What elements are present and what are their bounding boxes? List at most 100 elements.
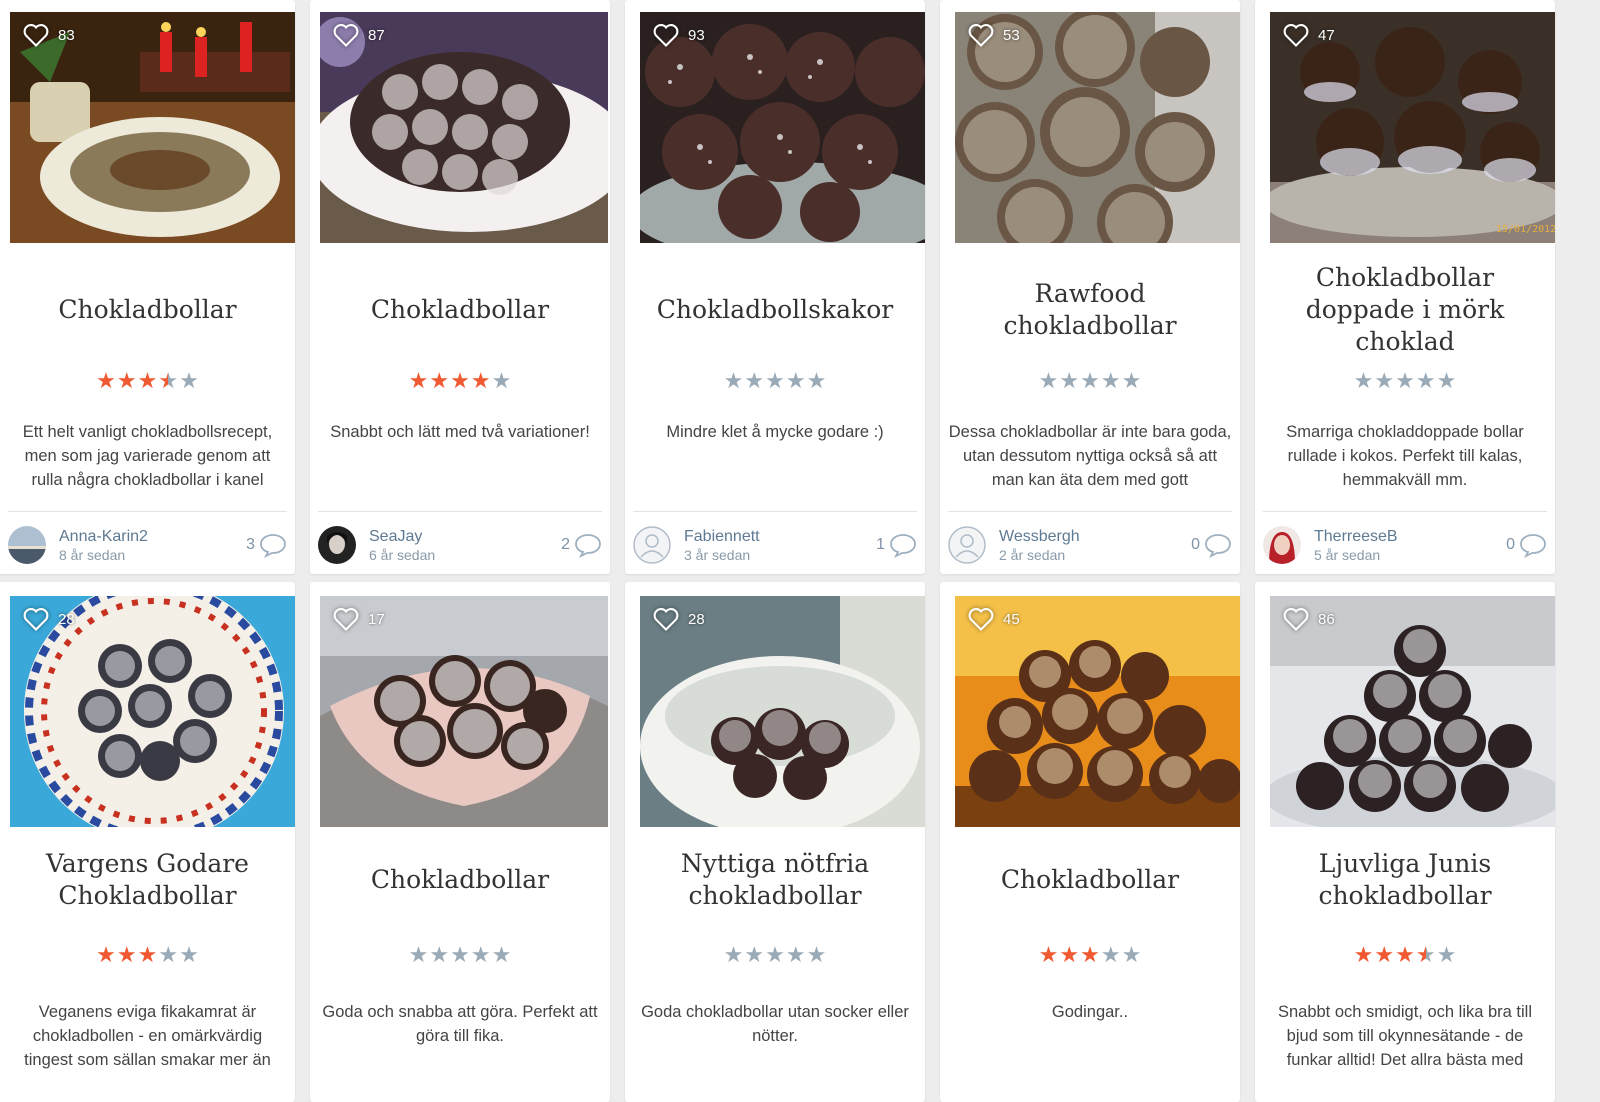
recipe-title[interactable]: Chokladbollar [940,835,1240,925]
rating-stars: ★ ★ ★ ★ ★ [0,370,295,392]
recipe-title[interactable]: Ljuvliga Junis chokladbollar [1255,835,1555,925]
heart-outline-icon [968,24,994,47]
recipe-photo[interactable]: 17 [320,596,608,827]
recipe-photo[interactable]: 45 [955,596,1240,827]
author-name[interactable]: Anna-Karin2 [59,527,246,546]
recipe-photo[interactable]: 53 [955,12,1240,243]
star-icon: ★ [765,368,785,393]
rating-stars: ★ ★ ★ ★ ★ [310,370,610,392]
heart-outline-icon [653,24,679,47]
star-icon: ★ [1353,942,1374,967]
rating-stars: ★ ★ ★ ★ ★ [625,370,925,392]
avatar[interactable] [1263,526,1301,564]
like-button[interactable]: 87 [332,22,385,48]
rating-stars: ★ ★ ★ ★ ★ [940,370,1240,392]
like-button[interactable]: 93 [652,22,705,48]
recipe-card[interactable]: 28 Nyttiga nötfria chokladbollar ★ ★ ★ ★ ★ G… [625,582,925,1102]
star-icon: ★ [96,942,116,967]
recipe-description: Veganens eviga fikakamrat är chokladboll… [24,1003,271,1069]
star-icon: ★ [470,942,491,967]
like-button[interactable]: 53 [967,22,1020,48]
like-button[interactable]: 28 [22,606,75,632]
like-button[interactable]: 86 [1282,606,1335,632]
recipe-photo[interactable]: 83 [10,12,295,243]
rating-stars: ★ ★ ★ ★ ★ [0,944,295,966]
star-icon: ★ [1121,368,1142,393]
heart-outline-icon [23,608,49,631]
like-button[interactable]: 17 [332,606,385,632]
like-button[interactable]: 47 [1282,22,1335,48]
recipe-description: Mindre klet å mycke godare :) [666,423,884,441]
rating-stars: ★ ★ ★ ★ ★ [310,944,610,966]
star-icon: ★ [408,368,429,393]
comments-button[interactable]: 0 [1191,532,1232,558]
recipe-card[interactable]: 15/01/2012 47 Chokladbollar doppade i mö… [1255,0,1555,574]
star-icon: ★ [179,942,199,967]
comments-button[interactable]: 0 [1506,532,1547,558]
star-icon: ★ [429,368,450,393]
recipe-card[interactable]: 83 Chokladbollar ★ ★ ★ ★ ★ Ett helt vanligt … [0,0,295,574]
divider [633,511,917,512]
rating-stars: ★ ★ ★ ★ ★ [625,944,925,966]
post-time: 6 år sedan [369,546,436,563]
recipe-title[interactable]: Chokladbollar [310,835,610,925]
user-silhouette-icon [948,526,986,564]
recipe-photo[interactable]: 28 [640,596,925,827]
recipe-photo[interactable]: 28 [10,596,295,827]
avatar[interactable] [8,526,46,564]
author-name[interactable]: Fabiennett [684,527,876,546]
post-time: 5 år sedan [1314,546,1381,563]
star-icon: ★ [785,942,806,967]
comments-button[interactable]: 2 [561,532,602,558]
recipe-title[interactable]: Rawfood chokladbollar [940,265,1240,355]
like-count: 87 [368,26,385,44]
post-time: 3 år sedan [684,546,751,563]
star-icon: ★ [1415,368,1436,393]
recipe-title[interactable]: Chokladbollar [310,265,610,355]
heart-outline-icon [653,608,679,631]
recipe-title[interactable]: Vargens Godare Chokladbollar [0,835,295,925]
recipe-grid: 83 Chokladbollar ★ ★ ★ ★ ★ Ett helt vanligt … [0,0,1600,1102]
recipe-card[interactable]: 53 Rawfood chokladbollar ★ ★ ★ ★ ★ Dessa cho… [940,0,1240,574]
like-count: 47 [1318,26,1335,44]
recipe-photo[interactable]: 15/01/2012 47 [1270,12,1555,243]
recipe-card[interactable]: 93 Chokladbollskakor ★ ★ ★ ★ ★ Mindre klet å… [625,0,925,574]
star-icon: ★ [1038,368,1059,393]
recipe-card[interactable]: 86 Ljuvliga Junis chokladbollar ★ ★ ★ ★ ★ Sn… [1255,582,1555,1102]
like-button[interactable]: 45 [967,606,1020,632]
like-button[interactable]: 28 [652,606,705,632]
author-name[interactable]: Wessbergh [999,527,1191,546]
star-icon: ★ [116,942,137,967]
star-icon: ★ [158,368,179,393]
recipe-title[interactable]: Chokladbollar [0,265,295,355]
author-name[interactable]: TherreeseB [1314,527,1506,546]
recipe-description: Dessa chokladbollar är inte bara goda, u… [948,423,1232,489]
like-button[interactable]: 83 [22,22,75,48]
user-silhouette-icon [633,526,671,564]
recipe-card[interactable]: 87 Chokladbollar ★ ★ ★ ★ ★ Snabbt och lätt m… [310,0,610,574]
comments-button[interactable]: 1 [876,532,917,558]
divider [1263,511,1547,512]
recipe-card[interactable]: 45 Chokladbollar ★ ★ ★ ★ ★ Godingar.. [940,582,1240,1102]
author-name[interactable]: SeaJay [369,527,561,546]
star-icon: ★ [1395,942,1415,967]
rating-stars: ★ ★ ★ ★ ★ [940,944,1240,966]
star-icon: ★ [158,942,179,967]
recipe-photo[interactable]: 86 [1270,596,1555,827]
recipe-title[interactable]: Nyttiga nötfria chokladbollar [625,835,925,925]
recipe-description: Snabbt och lätt med två variationer! [330,423,590,441]
recipe-photo[interactable]: 87 [320,12,608,243]
star-icon: ★ [429,942,450,967]
heart-outline-icon [23,24,49,47]
avatar[interactable] [633,526,671,564]
recipe-card[interactable]: 28 Vargens Godare Chokladbollar ★ ★ ★ ★ ★ Ve… [0,582,295,1102]
comments-button[interactable]: 3 [246,532,287,558]
recipe-title[interactable]: Chokladbollskakor [625,265,925,355]
recipe-description: Snabbt och smidigt, och lika bra till bj… [1277,1003,1533,1069]
recipe-photo[interactable]: 93 [640,12,925,243]
avatar[interactable] [318,526,356,564]
star-icon: ★ [179,368,199,393]
recipe-title[interactable]: Chokladbollar doppade i mörk choklad [1255,263,1555,356]
avatar[interactable] [948,526,986,564]
recipe-card[interactable]: 17 Chokladbollar ★ ★ ★ ★ ★ Goda och snabba a… [310,582,610,1102]
